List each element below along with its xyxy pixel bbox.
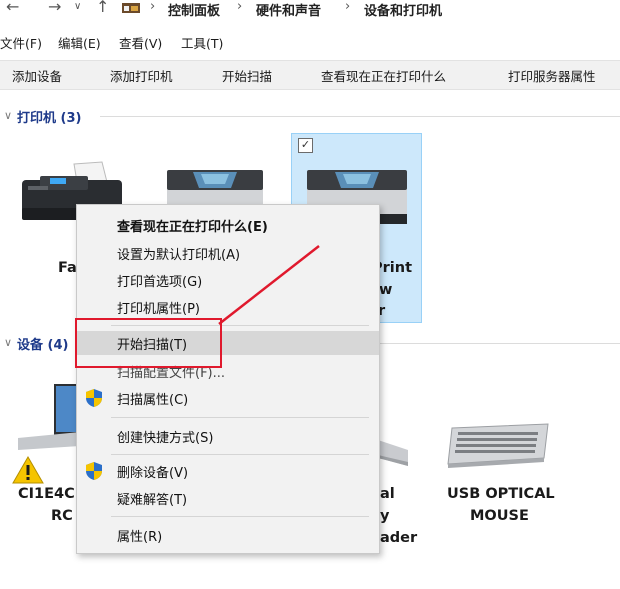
menu-item-label: 疑难解答(T) [117,493,188,508]
breadcrumb-sep-icon: › [150,0,156,14]
address-bar: ← → ∨ ↑ › 控制面板 › 硬件和声音 › 设备和打印机 [0,0,620,20]
menu-file[interactable]: 文件(F) [0,33,42,52]
menu-item-scan-properties[interactable]: 扫描属性(C) [77,386,379,410]
control-panel-icon [122,0,142,14]
breadcrumb-hardware-sound[interactable]: 硬件和声音 [256,0,321,19]
menu-item-label: 删除设备(V) [117,466,189,481]
add-printer-button[interactable]: 添加打印机 [110,66,173,85]
annotation-pointer-line [218,245,320,325]
menu-item-label: 属性(R) [117,530,163,545]
menu-separator [111,417,369,418]
menu-item-troubleshoot[interactable]: 疑难解答(T) [77,486,379,510]
add-device-button[interactable]: 添加设备 [12,66,62,85]
device-label-reader-line3: ader [380,530,418,546]
breadcrumb-control-panel[interactable]: 控制面板 [168,0,220,19]
menu-item-label: 查看现在正在打印什么(E) [117,220,268,235]
selection-checkbox[interactable]: ✓ [298,138,313,153]
device-label-computer-line2: RC [51,508,73,524]
menu-view[interactable]: 查看(V) [119,33,162,52]
printers-group-header[interactable]: 打印机 (3) [17,107,81,126]
collapse-devices-icon[interactable]: ∨ [4,336,12,349]
command-toolbar: 添加设备 添加打印机 开始扫描 查看现在正在打印什么 打印服务器属性 [0,60,620,90]
device-label-mouse-line1: USB OPTICAL [447,486,555,502]
menu-item-see-printing[interactable]: 查看现在正在打印什么(E) [77,213,379,237]
printer-label-fax: Fa [58,260,77,276]
menu-item-properties[interactable]: 属性(R) [77,523,379,547]
uac-shield-icon [86,462,102,480]
see-whats-printing-button[interactable]: 查看现在正在打印什么 [321,66,446,85]
recent-locations-icon[interactable]: ∨ [74,1,81,12]
card-reader-icon[interactable] [378,440,408,466]
breadcrumb-devices-printers[interactable]: 设备和打印机 [364,0,442,19]
group-divider [100,116,620,117]
annotation-highlight-box [75,318,222,368]
forward-arrow-icon[interactable]: → [48,0,61,16]
laptop-icon[interactable] [18,380,80,456]
menu-item-label: 扫描属性(C) [117,393,189,408]
device-label-reader-line1: al [380,486,395,502]
breadcrumb-sep-icon: › [237,0,243,14]
up-arrow-icon[interactable]: ↑ [96,0,109,16]
start-scan-button[interactable]: 开始扫描 [222,66,272,85]
device-label-computer-line1: CI1E4C [18,486,75,502]
menu-item-label: 打印机属性(P) [117,302,200,317]
menu-tools[interactable]: 工具(T) [181,33,223,52]
uac-shield-icon [86,389,102,407]
menu-item-remove-device[interactable]: 删除设备(V) [77,459,379,483]
menu-edit[interactable]: 编辑(E) [58,33,101,52]
print-server-properties-button[interactable]: 打印服务器属性 [508,66,596,85]
devices-group-header[interactable]: 设备 (4) [17,334,68,353]
device-label-mouse-line2: MOUSE [470,508,529,524]
collapse-printers-icon[interactable]: ∨ [4,109,12,122]
keyboard-icon[interactable] [444,422,552,470]
menu-separator [111,454,369,455]
group-divider [380,343,620,344]
menu-item-label: 创建快捷方式(S) [117,431,214,446]
breadcrumb-sep-icon: › [345,0,351,14]
back-arrow-icon[interactable]: ← [6,0,19,16]
menu-item-create-shortcut[interactable]: 创建快捷方式(S) [77,424,379,448]
menu-item-label: 打印首选项(G) [117,275,203,290]
menu-separator [111,516,369,517]
warning-icon [12,455,44,484]
device-label-reader-line2: y [380,508,390,524]
